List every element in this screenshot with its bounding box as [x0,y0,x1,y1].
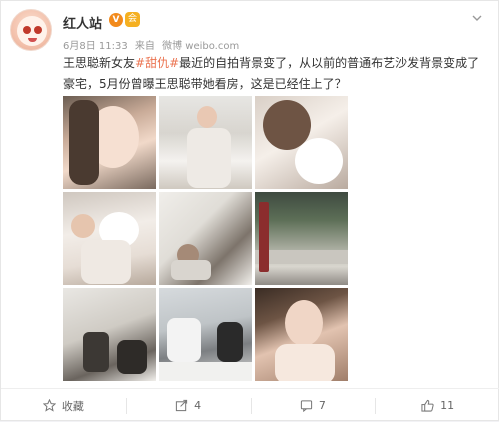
like-button[interactable]: 11 [375,389,499,422]
photo-3[interactable] [255,96,348,189]
post-text-part1: 王思聪新女友 [63,56,136,70]
favorite-label: 收藏 [61,399,84,413]
photo-6[interactable] [255,192,348,285]
weibo-post-card: 红人站 V 会 6月8日 11:33 来自 微博 weibo.com 王思聪新女… [0,0,499,421]
repost-count: 4 [194,399,202,412]
source-prefix: 来自 [134,41,155,52]
photo-5[interactable] [159,192,252,285]
photo-7[interactable] [63,288,156,381]
comment-icon [300,400,312,412]
avatar-eye-left [23,26,31,34]
favorite-button[interactable]: 收藏 [1,389,126,422]
comment-button[interactable]: 7 [250,389,376,422]
star-icon [42,399,56,412]
username-link[interactable]: 红人站 [63,13,102,32]
like-count: 11 [440,399,455,412]
verified-badge-icon[interactable]: V [109,13,123,27]
thumbs-up-icon [421,399,434,412]
post-text: 王思聪新女友#甜仇#最近的自拍背景变了，从以前的普通布艺沙发背景变成了豪宅，5月… [63,53,488,95]
user-avatar[interactable] [10,9,52,51]
post-timestamp[interactable]: 6月8日 11:33 [63,41,128,52]
repost-button[interactable]: 4 [125,389,251,422]
chevron-down-icon[interactable] [470,11,484,25]
photo-9[interactable] [255,288,348,381]
photo-1[interactable] [63,96,156,189]
action-bar: 收藏 4 7 11 [1,389,499,422]
photo-8[interactable] [159,288,252,381]
member-badge-icon[interactable]: 会 [125,12,140,27]
photo-2[interactable] [159,96,252,189]
photo-4[interactable] [63,192,156,285]
avatar-eye-right [34,26,42,34]
topic-link[interactable]: #甜仇# [135,56,179,70]
comment-count: 7 [318,399,326,412]
post-meta: 6月8日 11:33 来自 微博 weibo.com [63,37,243,52]
share-icon [176,399,188,412]
photo-grid [63,96,348,381]
post-source[interactable]: 微博 weibo.com [162,41,239,52]
